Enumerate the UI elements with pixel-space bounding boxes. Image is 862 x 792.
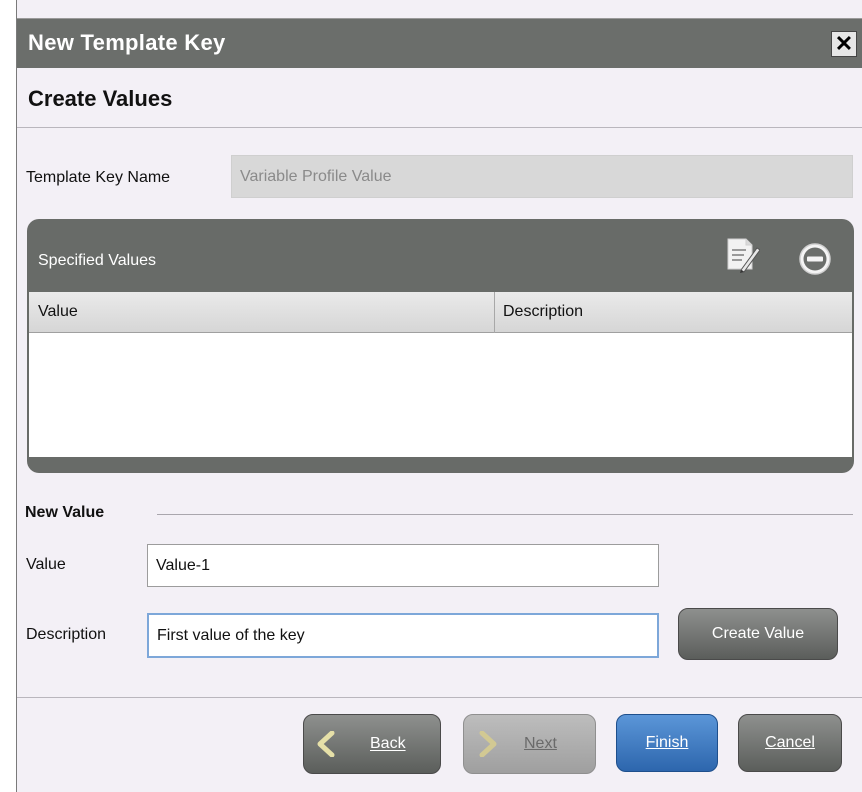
footer-divider xyxy=(17,697,862,698)
create-value-button[interactable]: Create Value xyxy=(678,608,838,660)
new-value-divider xyxy=(157,514,853,515)
back-arrow-icon xyxy=(317,731,335,757)
finish-button[interactable]: Finish xyxy=(616,714,718,772)
cancel-label: Cancel xyxy=(765,734,815,751)
finish-label: Finish xyxy=(645,734,689,751)
next-arrow-icon xyxy=(479,731,497,757)
template-key-name-field: Variable Profile Value xyxy=(231,155,853,198)
values-table-body[interactable] xyxy=(29,333,852,457)
cancel-button[interactable]: Cancel xyxy=(738,714,842,772)
header-divider xyxy=(17,127,862,128)
create-value-label: Create Value xyxy=(711,625,805,642)
dialog-titlebar[interactable]: New Template Key ✕ xyxy=(17,18,862,68)
column-description[interactable]: Description xyxy=(503,303,583,321)
value-field[interactable]: Value-1 xyxy=(147,544,659,587)
remove-value-icon[interactable] xyxy=(798,242,832,276)
column-divider[interactable] xyxy=(494,292,495,333)
section-title: Create Values xyxy=(28,86,173,111)
dialog-title: New Template Key xyxy=(28,30,226,55)
value-label: Value xyxy=(26,556,66,573)
edit-value-icon[interactable] xyxy=(724,236,760,274)
next-label: Next xyxy=(524,735,557,752)
new-value-legend: New Value xyxy=(25,504,105,521)
new-template-key-dialog: New Template Key ✕ Create Values Templat… xyxy=(16,0,862,792)
next-button[interactable]: Next xyxy=(463,714,596,774)
description-field[interactable]: First value of the key xyxy=(147,613,659,658)
close-icon: ✕ xyxy=(834,31,854,56)
back-label: Back xyxy=(370,735,406,752)
values-table-header: Value Description xyxy=(29,292,852,333)
specified-values-panel: Specified Values Value Description xyxy=(27,219,854,473)
template-key-name-label: Template Key Name xyxy=(26,169,171,186)
close-button[interactable]: ✕ xyxy=(831,31,857,57)
specified-values-title: Specified Values xyxy=(38,252,156,269)
description-label: Description xyxy=(26,626,107,643)
column-value[interactable]: Value xyxy=(38,303,78,321)
back-button[interactable]: Back xyxy=(303,714,441,774)
